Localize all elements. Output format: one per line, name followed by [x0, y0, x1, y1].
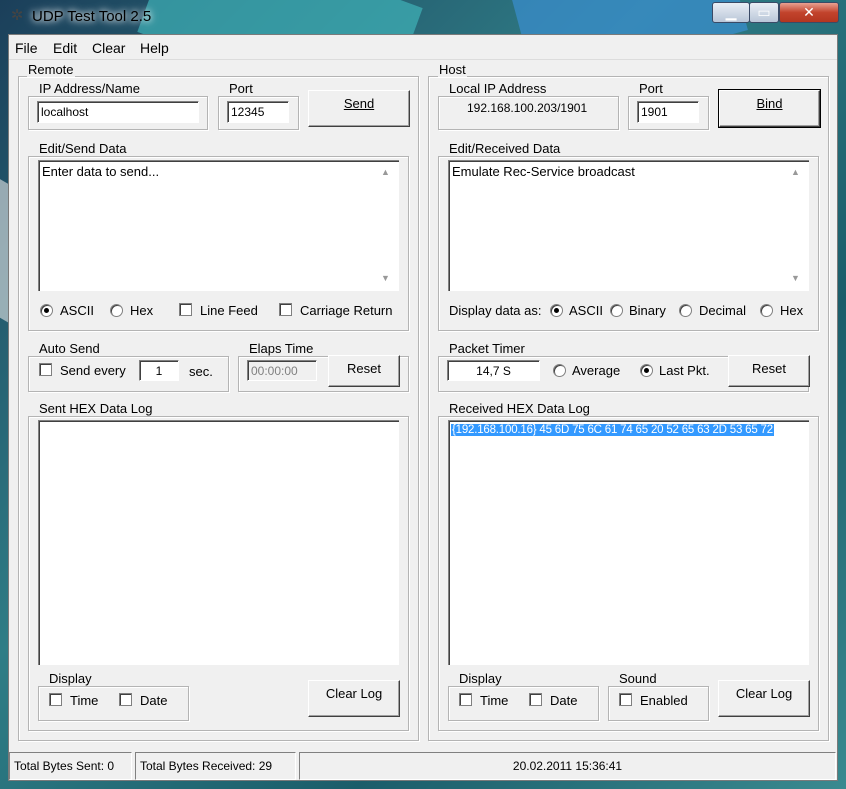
local-ip-label: Local IP Address — [448, 81, 548, 96]
recv-ascii-label: ASCII — [569, 303, 603, 318]
received-data-textarea[interactable]: Emulate Rec-Service broadcast — [448, 160, 809, 291]
received-log-list[interactable]: {192.168.100.16} 45 6D 75 6C 61 74 65 20… — [448, 420, 809, 665]
last-packet-radio[interactable] — [640, 364, 653, 377]
sound-enabled-label: Enabled — [640, 693, 688, 708]
received-data-text: Emulate Rec-Service broadcast — [452, 164, 635, 179]
elaps-time-label: Elaps Time — [248, 341, 315, 356]
sent-log-label: Sent HEX Data Log — [38, 401, 154, 416]
average-label: Average — [572, 363, 621, 378]
send-data-text: Enter data to send... — [42, 164, 160, 179]
sound-label: Sound — [618, 671, 658, 686]
minimize-button[interactable]: ▁ — [712, 2, 750, 23]
sent-log-list[interactable] — [38, 420, 399, 665]
received-log-label: Received HEX Data Log — [448, 401, 591, 416]
remote-port-input[interactable]: 12345 — [227, 101, 289, 123]
edit-received-label: Edit/Received Data — [448, 141, 562, 156]
sent-display-label: Display — [48, 671, 93, 686]
menu-help[interactable]: Help — [140, 40, 169, 56]
send-every-input[interactable]: 1 — [139, 360, 179, 381]
send-ascii-label: ASCII — [60, 303, 94, 318]
packet-timer-display: 14,7 S — [447, 360, 540, 381]
carriage-return-checkbox[interactable] — [279, 303, 292, 316]
local-ip-value: 192.168.100.203/1901 — [467, 101, 588, 115]
client-area: File Edit Clear Help Remote IP Address/N… — [8, 34, 838, 781]
status-bytes-received: Total Bytes Received: 29 — [135, 752, 296, 780]
received-log-row[interactable]: {192.168.100.16} 45 6D 75 6C 61 74 65 20… — [451, 424, 774, 436]
recv-time-checkbox[interactable] — [459, 693, 472, 706]
recv-ascii-radio[interactable] — [550, 304, 563, 317]
carriage-return-label: Carriage Return — [300, 303, 393, 318]
ip-address-input[interactable]: localhost — [37, 101, 199, 123]
window-title: UDP Test Tool 2.5 — [32, 8, 152, 25]
sound-enabled-checkbox[interactable] — [619, 693, 632, 706]
recv-hex-radio[interactable] — [760, 304, 773, 317]
recv-decimal-label: Decimal — [699, 303, 746, 318]
remote-group-label: Remote — [27, 62, 75, 77]
recv-clear-log-label: Clear Log — [735, 686, 793, 701]
app-icon: ✲ — [10, 7, 24, 24]
menu-edit[interactable]: Edit — [53, 40, 77, 56]
sent-clear-log-label: Clear Log — [325, 686, 383, 701]
scroll-up-icon[interactable]: ▲ — [791, 167, 800, 177]
recv-display-label: Display — [458, 671, 503, 686]
edit-send-label: Edit/Send Data — [38, 141, 128, 156]
sent-time-label: Time — [70, 693, 99, 708]
sent-date-checkbox[interactable] — [119, 693, 132, 706]
status-datetime: 20.02.2011 15:36:41 — [299, 752, 836, 780]
close-icon: ✕ — [803, 4, 815, 20]
recv-date-checkbox[interactable] — [529, 693, 542, 706]
bind-button-label: Bind — [756, 96, 783, 111]
last-packet-label: Last Pkt. — [659, 363, 710, 378]
remote-port-label: Port — [228, 81, 254, 96]
packet-reset-label: Reset — [752, 361, 786, 376]
send-every-checkbox[interactable] — [39, 363, 52, 376]
average-radio[interactable] — [553, 364, 566, 377]
elaps-reset-label: Reset — [347, 361, 381, 376]
recv-date-label: Date — [550, 693, 578, 708]
scroll-down-icon[interactable]: ▼ — [381, 273, 390, 283]
recv-binary-radio[interactable] — [610, 304, 623, 317]
send-data-textarea[interactable]: Enter data to send... — [38, 160, 399, 291]
sec-label: sec. — [189, 364, 213, 379]
send-hex-label: Hex — [130, 303, 154, 318]
send-button[interactable]: Send — [308, 90, 410, 127]
recv-binary-label: Binary — [629, 303, 666, 318]
elaps-time-display: 00:00:00 — [247, 360, 317, 381]
recv-decimal-radio[interactable] — [679, 304, 692, 317]
host-port-label: Port — [638, 81, 664, 96]
sent-date-label: Date — [140, 693, 168, 708]
line-feed-label: Line Feed — [200, 303, 258, 318]
host-port-input[interactable]: 1901 — [637, 101, 699, 123]
menu-bar: File Edit Clear Help — [9, 35, 837, 60]
recv-clear-log-button[interactable]: Clear Log — [718, 680, 810, 717]
packet-timer-label: Packet Timer — [448, 341, 526, 356]
minimize-icon: ▁ — [725, 4, 737, 20]
auto-send-label: Auto Send — [38, 341, 101, 356]
maximize-button[interactable]: ▭ — [749, 2, 779, 23]
host-group-label: Host — [438, 62, 467, 77]
close-button[interactable]: ✕ — [779, 2, 839, 23]
scroll-up-icon[interactable]: ▲ — [381, 167, 390, 177]
scroll-down-icon[interactable]: ▼ — [791, 273, 800, 283]
menu-file[interactable]: File — [15, 40, 38, 56]
status-bytes-sent: Total Bytes Sent: 0 — [9, 752, 132, 780]
send-every-label: Send every — [60, 363, 126, 378]
send-ascii-radio[interactable] — [40, 304, 53, 317]
app-window: ✲ UDP Test Tool 2.5 ▁ ▭ ✕ File Edit Clea… — [0, 0, 846, 789]
display-as-label: Display data as: — [449, 303, 542, 318]
menu-clear[interactable]: Clear — [92, 40, 125, 56]
recv-time-label: Time — [480, 693, 509, 708]
send-button-label: Send — [343, 96, 375, 111]
line-feed-checkbox[interactable] — [179, 303, 192, 316]
packet-reset-button[interactable]: Reset — [728, 355, 810, 387]
sent-clear-log-button[interactable]: Clear Log — [308, 680, 400, 717]
maximize-icon: ▭ — [757, 4, 771, 20]
elaps-reset-button[interactable]: Reset — [328, 355, 400, 387]
ip-address-label: IP Address/Name — [38, 81, 141, 96]
send-hex-radio[interactable] — [110, 304, 123, 317]
recv-hex-label: Hex — [780, 303, 804, 318]
sent-time-checkbox[interactable] — [49, 693, 62, 706]
title-bar[interactable]: ✲ UDP Test Tool 2.5 ▁ ▭ ✕ — [0, 0, 846, 34]
bind-button[interactable]: Bind — [718, 89, 821, 128]
